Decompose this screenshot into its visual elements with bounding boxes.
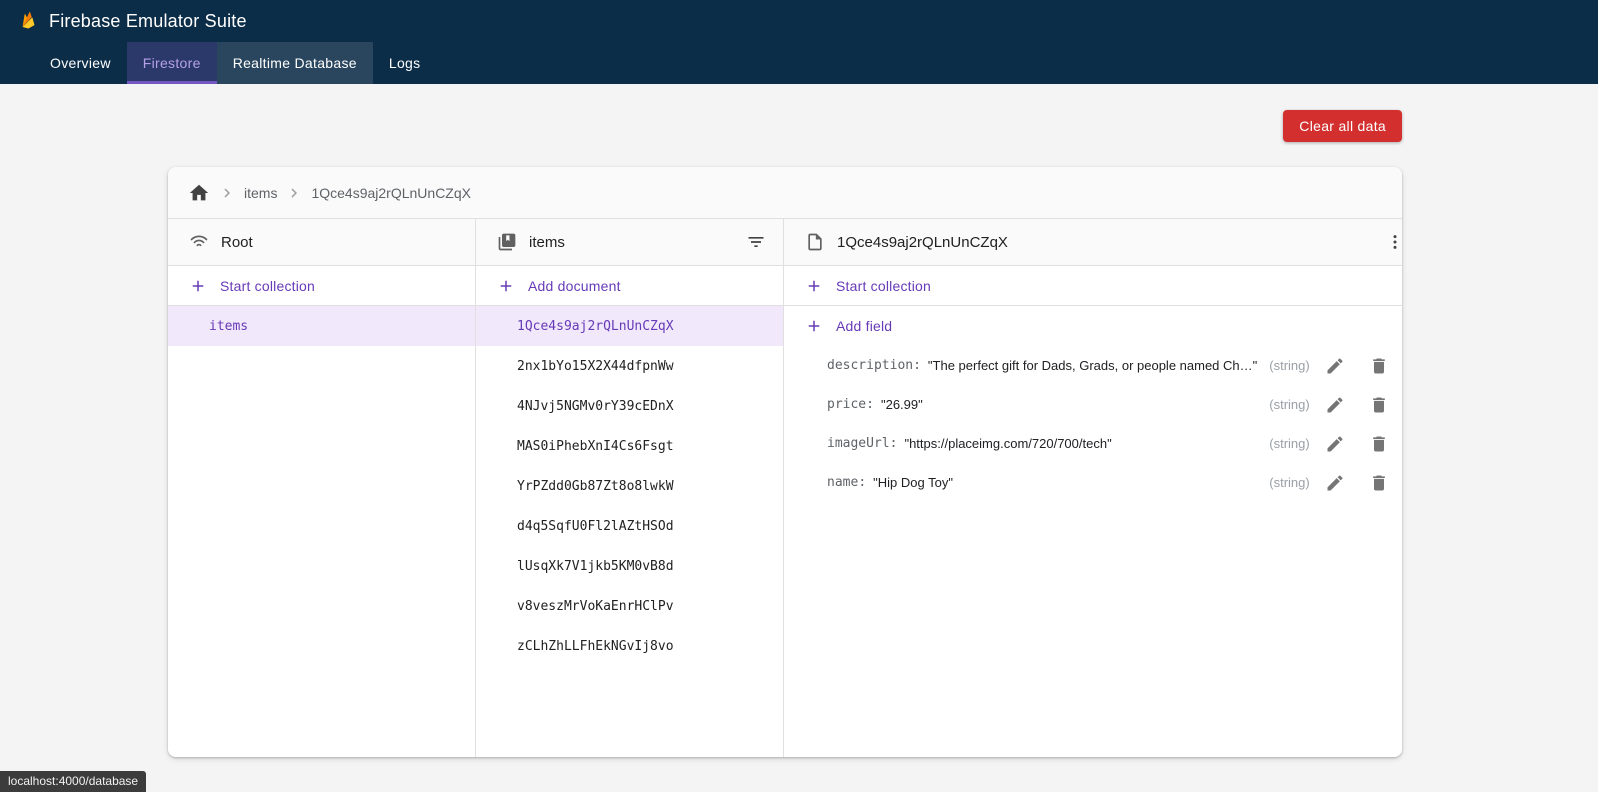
edit-field-button[interactable] <box>1316 425 1354 463</box>
field-actions <box>1316 464 1398 502</box>
edit-field-button[interactable] <box>1316 386 1354 424</box>
plus-icon <box>189 277 207 295</box>
field-type: (string) <box>1257 475 1309 490</box>
app-header: Firebase Emulator Suite Overview Firesto… <box>0 0 1598 84</box>
field-row: price "26.99" (string) <box>784 385 1402 424</box>
field-key: imageUrl <box>827 436 897 451</box>
document-list-item[interactable]: 4NJvj5NGMv0rY39cEDnX <box>476 386 783 426</box>
document-list-item[interactable]: MAS0iPhebXnI4Cs6Fsgt <box>476 426 783 466</box>
pencil-icon <box>1325 473 1345 493</box>
field-type: (string) <box>1257 358 1309 373</box>
plus-icon <box>805 317 823 335</box>
document-icon <box>805 232 825 252</box>
tab-firestore[interactable]: Firestore <box>127 42 217 84</box>
document-menu-button[interactable] <box>1376 223 1402 261</box>
document-list-item[interactable]: v8veszMrVoKaEnrHClPv <box>476 586 783 626</box>
field-row: name "Hip Dog Toy" (string) <box>784 463 1402 502</box>
document-list-item[interactable]: lUsqXk7V1jkb5KM0vB8d <box>476 546 783 586</box>
collection-list-item[interactable]: items <box>168 306 475 346</box>
filter-icon <box>746 232 766 252</box>
pencil-icon <box>1325 356 1345 376</box>
firestore-columns: Root Start collection items ite <box>168 219 1402 757</box>
page-toolbar: Clear all data <box>168 110 1402 142</box>
document-panel-title: 1Qce4s9aj2rQLnUnCZqX <box>837 234 1008 251</box>
plus-icon <box>497 277 515 295</box>
add-field-label: Add field <box>836 318 892 334</box>
document-list-item[interactable]: YrPZdd0Gb87Zt8o8lwkW <box>476 466 783 506</box>
collection-panel: items Add document 1Qce4s9aj2rQLnUnCZqX <box>476 219 784 757</box>
document-list-item[interactable]: 2nx1bYo15X2X44dfpnWw <box>476 346 783 386</box>
document-list-item[interactable]: d4q5SqfU0Fl2lAZtHSOd <box>476 506 783 546</box>
document-panel-header: 1Qce4s9aj2rQLnUnCZqX <box>784 219 1402 266</box>
pencil-icon <box>1325 395 1345 415</box>
trash-icon <box>1369 434 1389 454</box>
delete-field-button[interactable] <box>1360 347 1398 385</box>
root-panel-header: Root <box>168 219 475 266</box>
field-value: "The perfect gift for Dads, Grads, or pe… <box>928 358 1257 373</box>
field-key: name <box>827 475 866 490</box>
field-type: (string) <box>1257 436 1309 451</box>
filter-documents-button[interactable] <box>737 223 775 261</box>
collection-panel-header: items <box>476 219 783 266</box>
collection-panel-title: items <box>529 234 565 251</box>
plus-icon <box>805 277 823 295</box>
edit-field-button[interactable] <box>1316 347 1354 385</box>
delete-field-button[interactable] <box>1360 464 1398 502</box>
header-brand: Firebase Emulator Suite <box>0 0 1598 42</box>
collection-icon <box>497 232 517 252</box>
field-value: "https://placeimg.com/720/700/tech" <box>904 436 1111 451</box>
field-actions <box>1316 386 1398 424</box>
trash-icon <box>1369 473 1389 493</box>
app-title: Firebase Emulator Suite <box>49 11 247 32</box>
kebab-menu-icon <box>1385 232 1402 252</box>
root-icon <box>189 232 209 252</box>
root-panel-title: Root <box>221 234 253 251</box>
field-key: price <box>827 397 874 412</box>
breadcrumb-collection[interactable]: items <box>244 185 277 201</box>
start-collection-button[interactable]: Start collection <box>784 266 1402 306</box>
start-collection-label: Start collection <box>836 278 931 294</box>
breadcrumb: items 1Qce4s9aj2rQLnUnCZqX <box>168 167 1402 219</box>
field-value: "26.99" <box>881 397 923 412</box>
clear-all-data-button[interactable]: Clear all data <box>1283 110 1402 142</box>
firestore-page: Clear all data items 1Qce4s9aj2rQLnUnCZq… <box>168 84 1402 757</box>
home-icon <box>188 182 210 204</box>
tab-logs[interactable]: Logs <box>373 42 437 84</box>
field-value: "Hip Dog Toy" <box>873 475 953 490</box>
pencil-icon <box>1325 434 1345 454</box>
field-row: description "The perfect gift for Dads, … <box>784 346 1402 385</box>
breadcrumb-document: 1Qce4s9aj2rQLnUnCZqX <box>311 185 471 201</box>
chevron-right-icon <box>285 184 303 202</box>
field-type: (string) <box>1257 397 1309 412</box>
field-actions <box>1316 425 1398 463</box>
add-field-button[interactable]: Add field <box>784 306 1402 346</box>
tab-realtime-database[interactable]: Realtime Database <box>217 42 373 84</box>
start-collection-button[interactable]: Start collection <box>168 266 475 306</box>
document-list-item[interactable]: zCLhZhLLFhEkNGvIj8vo <box>476 626 783 666</box>
document-panel: 1Qce4s9aj2rQLnUnCZqX Start collection <box>784 219 1402 757</box>
tab-overview[interactable]: Overview <box>34 42 127 84</box>
tab-bar: Overview Firestore Realtime Database Log… <box>0 42 1598 84</box>
field-row: imageUrl "https://placeimg.com/720/700/t… <box>784 424 1402 463</box>
delete-field-button[interactable] <box>1360 425 1398 463</box>
root-panel: Root Start collection items <box>168 219 476 757</box>
firebase-logo-icon <box>18 10 40 32</box>
browser-status-bar: localhost:4000/database <box>0 771 146 792</box>
chevron-right-icon <box>218 184 236 202</box>
delete-field-button[interactable] <box>1360 386 1398 424</box>
field-actions <box>1316 347 1398 385</box>
trash-icon <box>1369 395 1389 415</box>
trash-icon <box>1369 356 1389 376</box>
field-key: description <box>827 358 921 373</box>
edit-field-button[interactable] <box>1316 464 1354 502</box>
document-list-item[interactable]: 1Qce4s9aj2rQLnUnCZqX <box>476 306 783 346</box>
add-document-label: Add document <box>528 278 621 294</box>
start-collection-label: Start collection <box>220 278 315 294</box>
home-button[interactable] <box>188 182 210 204</box>
add-document-button[interactable]: Add document <box>476 266 783 306</box>
firestore-panel-card: items 1Qce4s9aj2rQLnUnCZqX Root <box>168 167 1402 757</box>
